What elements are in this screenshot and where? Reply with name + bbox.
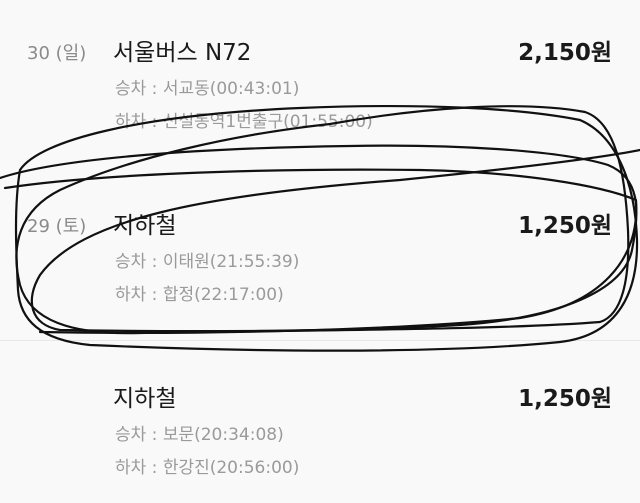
fare-amount: 2,150원 (518, 40, 612, 66)
date-label: 30 (일) (27, 43, 87, 64)
alighting-info: 하차 : 한강진(20:56:00) (115, 458, 300, 478)
list-item[interactable]: 지하철 1,250원 승차 : 보문(20:34:08) 하차 : 한강진(20… (0, 386, 640, 487)
fare-amount: 1,250원 (518, 213, 612, 239)
boarding-info: 승차 : 보문(20:34:08) (115, 425, 284, 445)
fare-amount: 1,250원 (518, 386, 612, 412)
alighting-info: 하차 : 합정(22:17:00) (115, 285, 284, 305)
route-title: 서울버스 N72 (113, 40, 252, 66)
boarding-info: 승차 : 서교동(00:43:01) (115, 79, 300, 99)
boarding-info: 승차 : 이태원(21:55:39) (115, 252, 300, 272)
alighting-info: 하차 : 신설동역1번출구(01:55:00) (115, 112, 373, 132)
list-item[interactable]: 30 (일) 서울버스 N72 2,150원 승차 : 서교동(00:43:01… (0, 40, 640, 141)
route-title: 지하철 (113, 386, 177, 412)
route-title: 지하철 (113, 213, 177, 239)
date-label: 29 (토) (27, 216, 87, 237)
divider (0, 340, 640, 341)
list-item[interactable]: 29 (토) 지하철 1,250원 승차 : 이태원(21:55:39) 하차 … (0, 213, 640, 314)
